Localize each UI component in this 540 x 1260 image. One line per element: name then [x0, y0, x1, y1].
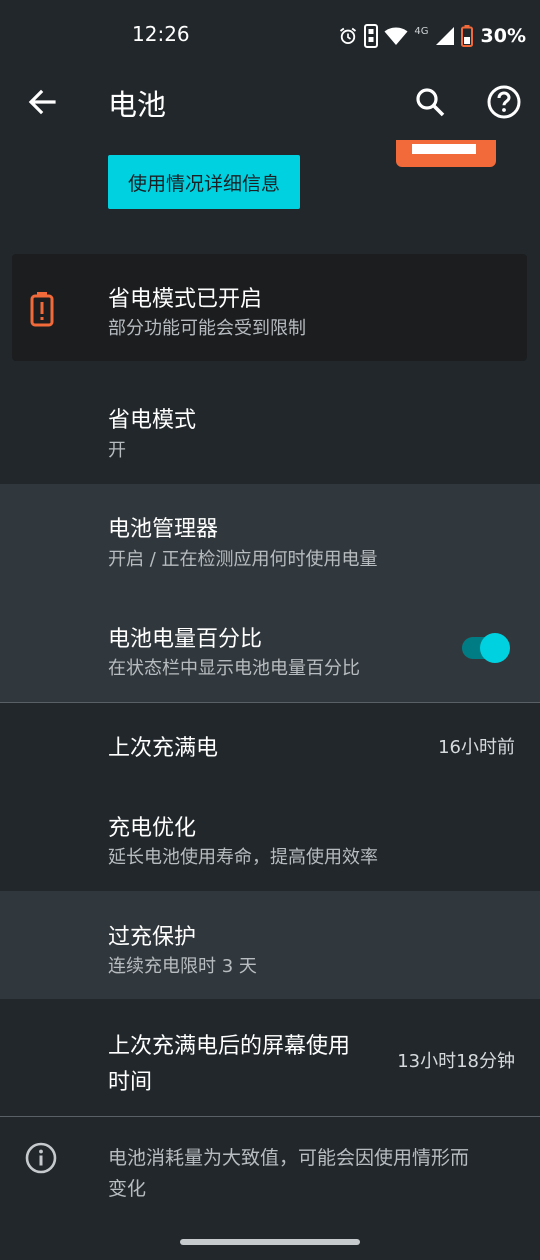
- screen-usage-title: 上次充满电后的屏幕使用: [108, 1034, 351, 1059]
- last-full-charge-value: 16小时前: [438, 737, 515, 758]
- network-type: 4G: [414, 25, 429, 37]
- charge-optimization-subtitle: 延长电池使用寿命，提高使用效率: [108, 847, 378, 868]
- last-full-charge-title: 上次充满电: [108, 736, 219, 761]
- battery-percentage-subtitle: 在状态栏中显示电池电量百分比: [108, 658, 360, 679]
- battery-saver-card[interactable]: [12, 254, 527, 361]
- status-icons: 4G 30%: [338, 22, 526, 50]
- battery-percentage-title[interactable]: 电池电量百分比: [108, 621, 262, 653]
- help-icon: [487, 85, 521, 119]
- cellular-signal-icon: [435, 27, 454, 45]
- power-saver-subtitle: 开: [108, 440, 126, 461]
- charge-optimization-title[interactable]: 充电优化: [108, 810, 196, 842]
- battery-manager-title[interactable]: 电池管理器: [108, 511, 218, 543]
- alarm-icon: [340, 27, 357, 44]
- wifi-icon: [384, 27, 408, 45]
- overcharge-protection-title[interactable]: 过充保护: [108, 919, 196, 951]
- overcharge-protection-row[interactable]: [0, 891, 540, 999]
- back-button[interactable]: [24, 84, 60, 120]
- search-icon: [416, 88, 445, 117]
- arrow-back-icon: [28, 89, 56, 115]
- battery-saver-card-subtitle: 部分功能可能会受到限制: [108, 318, 306, 339]
- battery-graphic: [396, 140, 496, 167]
- divider: [0, 1116, 540, 1117]
- vibrate-icon: [364, 24, 379, 48]
- divider: [0, 702, 540, 703]
- battery-saver-icon: [460, 25, 473, 47]
- battery-saver-card-title: 省电模式已开启: [108, 287, 263, 312]
- screen-usage-value: 13小时18分钟: [397, 1051, 515, 1072]
- footer-note: 电池消耗量为大致值，可能会因使用情形而: [108, 1147, 470, 1169]
- screen-usage-title-line2: 时间: [108, 1070, 153, 1095]
- footer-note-line2: 变化: [108, 1178, 147, 1200]
- help-button[interactable]: [484, 82, 524, 122]
- power-saver-title[interactable]: 省电模式: [108, 402, 196, 434]
- gesture-nav-bar[interactable]: [180, 1239, 360, 1245]
- usage-details-button[interactable]: 使用情况详细信息: [108, 155, 300, 209]
- toggle-thumb[interactable]: [480, 633, 510, 663]
- info-icon: [24, 1141, 58, 1175]
- battery-percent-text: 30%: [480, 25, 526, 47]
- battery-alert-icon: [30, 291, 54, 327]
- page-title: 电池: [108, 88, 167, 122]
- search-button[interactable]: [412, 84, 448, 120]
- overcharge-protection-subtitle: 连续充电限时 3 天: [108, 956, 257, 977]
- battery-manager-subtitle: 开启 / 正在检测应用何时使用电量: [108, 549, 378, 570]
- status-time: 12:26: [132, 22, 190, 46]
